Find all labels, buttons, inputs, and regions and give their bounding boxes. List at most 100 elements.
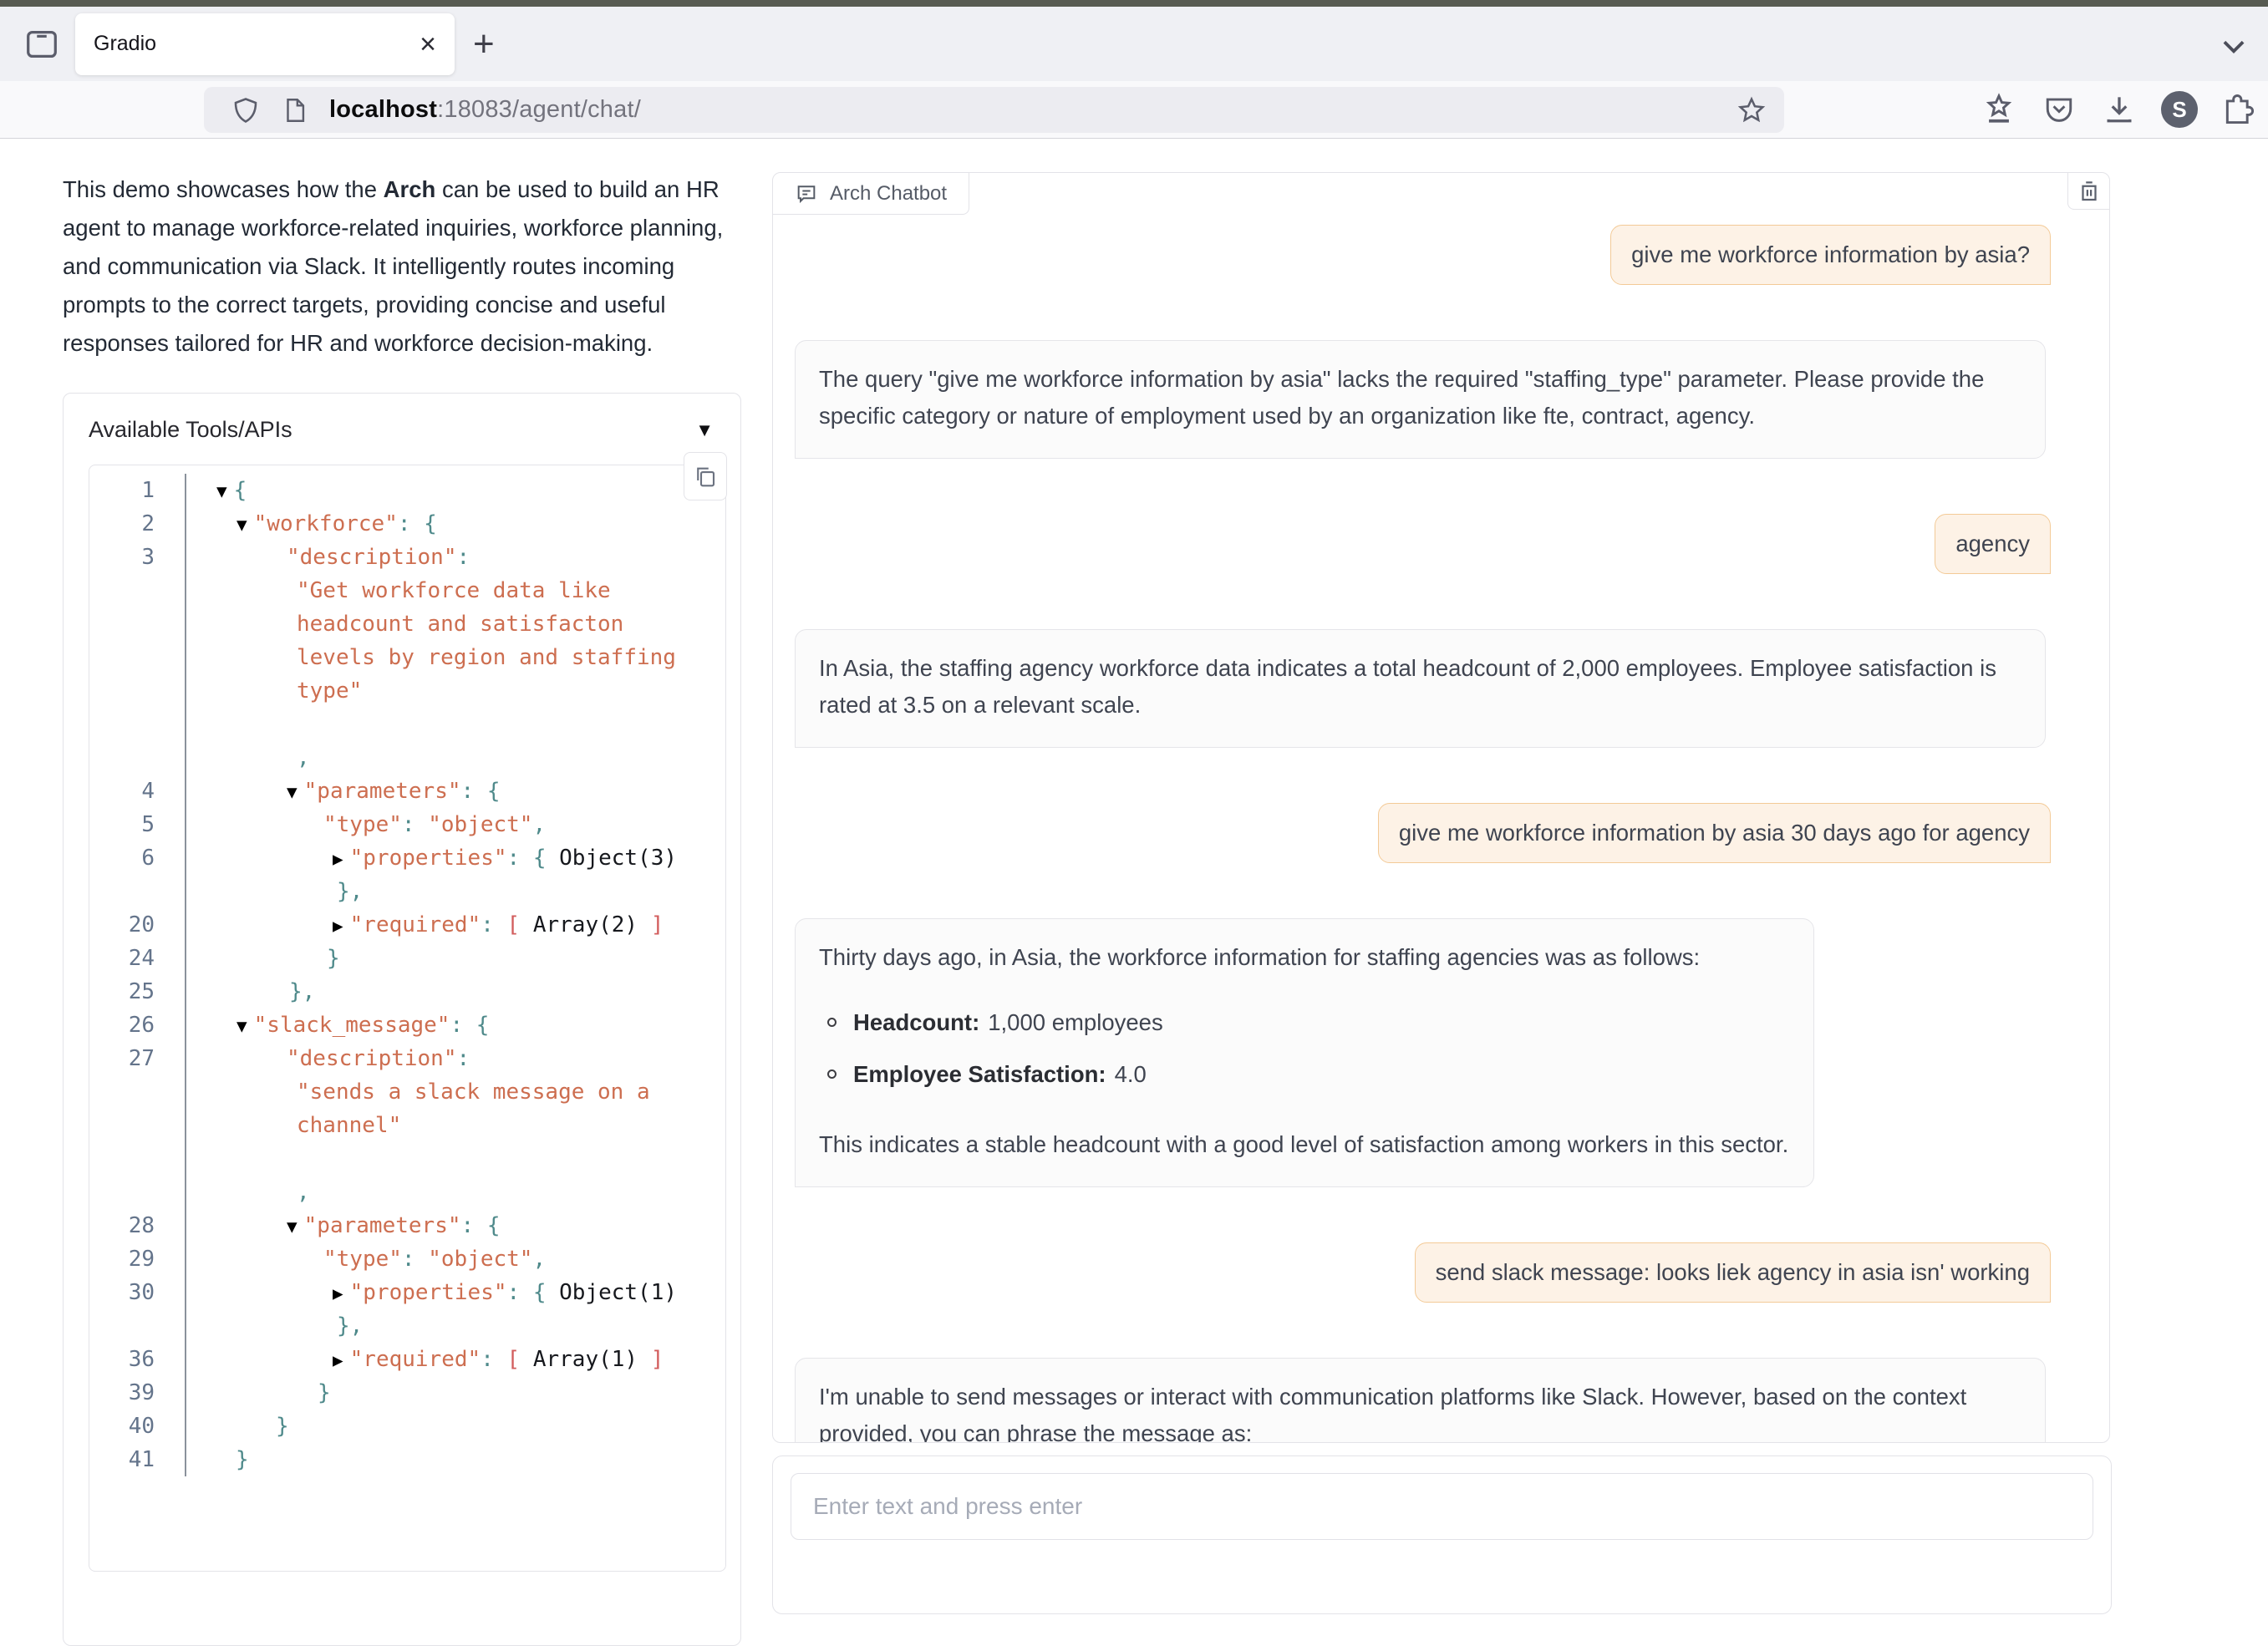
code-line-content: ▶"properties": { Object(3)	[186, 846, 677, 871]
clear-chat-button[interactable]	[2067, 173, 2109, 210]
code-token: {	[533, 1280, 547, 1305]
chat-message-row-bot: The query "give me workforce information…	[795, 340, 2086, 459]
code-token: }	[327, 946, 340, 971]
gutter-divider	[155, 1410, 186, 1443]
code-token: {	[487, 1213, 501, 1238]
line-number: 6	[89, 846, 155, 871]
code-token: }	[276, 1414, 289, 1439]
chat-message-row-user: send slack message: looks liek agency in…	[795, 1242, 2086, 1303]
collapse-toggle-icon[interactable]: ▶	[333, 1283, 350, 1303]
code-token: [	[507, 1347, 521, 1372]
chat-messages: give me workforce information by asia?Th…	[773, 173, 2109, 1442]
code-line-content: "description":	[186, 545, 470, 570]
gradio-page: This demo showcases how the Arch can be …	[0, 139, 2268, 1579]
new-tab-button[interactable]: +	[473, 26, 495, 63]
bullet-item: Employee Satisfaction:4.0	[827, 1056, 1788, 1093]
collapse-toggle-icon[interactable]: ▼	[236, 515, 254, 535]
code-token: "parameters"	[304, 779, 461, 804]
code-token: },	[289, 979, 315, 1004]
bookmark-star-icon[interactable]	[1736, 94, 1767, 126]
collapse-toggle-icon[interactable]: ▼	[287, 782, 304, 802]
gutter-divider	[155, 641, 186, 674]
collapse-toggle-icon[interactable]: ▶	[333, 1350, 350, 1370]
code-token: {	[487, 779, 501, 804]
line-number: 26	[89, 1013, 155, 1038]
code-row: 5"type": "object",	[89, 808, 725, 841]
page-info-icon[interactable]	[281, 96, 309, 124]
gutter-divider	[155, 1142, 186, 1176]
line-number: 40	[89, 1414, 155, 1439]
copy-button[interactable]	[684, 452, 727, 500]
code-token: ,	[297, 1180, 310, 1205]
tab-overview-icon[interactable]	[20, 23, 64, 66]
code-token: :	[402, 1247, 428, 1272]
code-token: :	[461, 779, 487, 804]
gutter-divider	[155, 1242, 186, 1276]
chat-message-row-bot: Thirty days ago, in Asia, the workforce …	[795, 918, 2086, 1187]
code-line-content: }	[186, 1447, 249, 1472]
code-line-content: },	[186, 979, 315, 1004]
save-to-collection-icon[interactable]	[1981, 91, 2017, 128]
shield-icon[interactable]	[231, 95, 261, 125]
download-icon[interactable]	[2101, 91, 2138, 128]
code-token: :	[402, 812, 428, 837]
code-token: },	[337, 879, 363, 904]
gutter-divider	[155, 1109, 186, 1142]
collapse-toggle-icon[interactable]: ▶	[333, 849, 350, 869]
code-token: ]	[651, 1347, 664, 1372]
code-line-content: }	[186, 946, 340, 971]
url-bar[interactable]: localhost:18083/agent/chat/	[204, 87, 1784, 133]
tab-list-chevron-icon[interactable]	[2218, 30, 2250, 62]
chat-input-container	[772, 1455, 2112, 1614]
url-text: localhost:18083/agent/chat/	[329, 96, 641, 124]
code-token: "description"	[287, 545, 457, 570]
pocket-icon[interactable]	[2041, 91, 2077, 128]
accordion-collapse-arrow-icon[interactable]: ▼	[695, 419, 714, 441]
line-number: 3	[89, 545, 155, 570]
code-row: 24}	[89, 942, 725, 975]
url-host: localhost	[329, 96, 437, 123]
chatbot-panel: give me workforce information by asia?Th…	[772, 172, 2110, 1443]
gutter-divider	[155, 507, 186, 541]
gutter-divider	[155, 875, 186, 908]
tools-accordion-header[interactable]: Available Tools/APIs ▼	[64, 394, 740, 463]
code-token: ]	[651, 912, 664, 937]
bullet-label: Headcount:	[853, 1004, 979, 1041]
intro-paragraph: This demo showcases how the Arch can be …	[63, 170, 731, 363]
tab-close-icon[interactable]: ×	[420, 30, 436, 58]
collapse-toggle-icon[interactable]: ▶	[333, 916, 350, 936]
chatbot-label: Arch Chatbot	[773, 173, 969, 215]
intro-suffix: can be used to build an HR agent to mana…	[63, 176, 723, 356]
code-row: },	[89, 875, 725, 908]
account-avatar[interactable]: S	[2161, 91, 2198, 128]
code-token: :	[457, 1046, 470, 1071]
chat-bubble-bot: I'm unable to send messages or interact …	[795, 1358, 2046, 1442]
line-number: 36	[89, 1347, 155, 1372]
code-row: 2▼"workforce": {	[89, 507, 725, 541]
collapse-toggle-icon[interactable]: ▼	[287, 1217, 304, 1237]
gutter-divider	[155, 1042, 186, 1075]
intro-bold: Arch	[384, 176, 436, 202]
chat-message-row-bot: I'm unable to send messages or interact …	[795, 1358, 2086, 1442]
code-token: "properties"	[350, 846, 507, 871]
gutter-divider	[155, 1209, 186, 1242]
chat-text-input[interactable]	[791, 1473, 2093, 1540]
browser-tab[interactable]: Gradio ×	[75, 13, 455, 75]
code-row: 20▶"required": [ Array(2) ]	[89, 908, 725, 942]
line-number: 29	[89, 1247, 155, 1272]
code-line-content: ▼"parameters": {	[186, 1213, 500, 1238]
code-token: :	[507, 846, 533, 871]
extensions-puzzle-icon[interactable]	[2221, 91, 2258, 128]
collapse-toggle-icon[interactable]: ▼	[236, 1016, 254, 1036]
code-row: 4▼"parameters": {	[89, 775, 725, 808]
chat-bubble-user: give me workforce information by asia 30…	[1378, 803, 2051, 863]
gutter-divider	[155, 942, 186, 975]
gutter-divider	[155, 1309, 186, 1343]
code-token: :	[507, 1280, 533, 1305]
bullet-list: Headcount:1,000 employeesEmployee Satisf…	[827, 1004, 1788, 1093]
collapse-toggle-icon[interactable]: ▼	[216, 481, 234, 501]
gutter-divider	[155, 841, 186, 875]
code-token: }	[318, 1380, 331, 1405]
tools-accordion-title: Available Tools/APIs	[89, 417, 292, 443]
code-line-content: ▼"parameters": {	[186, 779, 500, 804]
